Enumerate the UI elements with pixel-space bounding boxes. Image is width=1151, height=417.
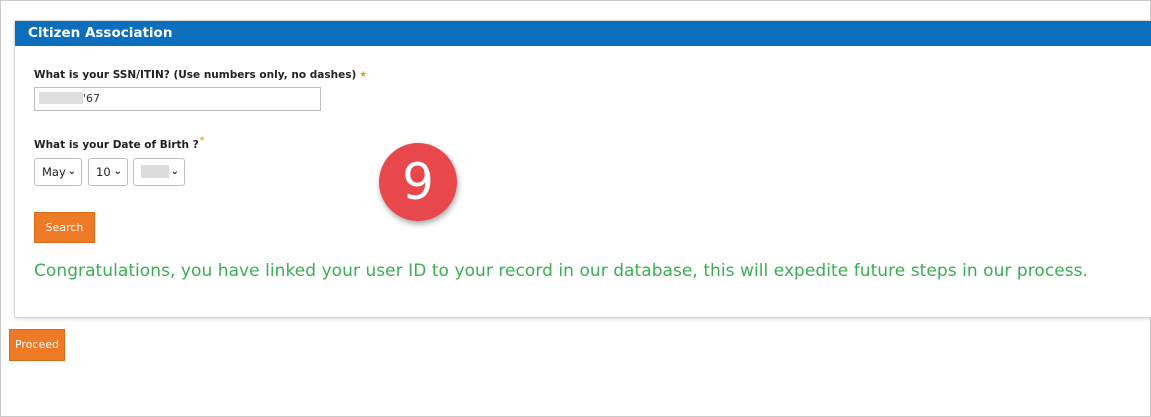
step-number-badge: 9 — [379, 143, 457, 221]
masked-ssn-digits — [39, 92, 83, 104]
masked-year-value — [141, 165, 169, 178]
ssn-visible-digits: '67 — [83, 92, 101, 105]
required-star-icon: ★ — [359, 70, 368, 80]
chevron-down-icon: ⌄ — [113, 166, 122, 177]
dob-month-value: May — [42, 165, 66, 179]
dob-year-select[interactable]: ⌄ — [133, 158, 185, 186]
success-message: Congratulations, you have linked your us… — [34, 261, 1089, 281]
search-button[interactable]: Search — [34, 212, 95, 243]
dob-day-value: 10 — [96, 165, 111, 179]
dob-label: What is your Date of Birth ?* — [34, 136, 204, 151]
required-asterisk-icon: * — [199, 136, 205, 146]
panel-title: Citizen Association — [15, 21, 1151, 46]
dob-day-select[interactable]: 10 ⌄ — [88, 158, 128, 186]
dob-label-text: What is your Date of Birth ? — [34, 139, 199, 151]
citizen-association-panel: Citizen Association What is your SSN/ITI… — [14, 20, 1151, 318]
chevron-down-icon: ⌄ — [67, 166, 76, 177]
ssn-input[interactable]: '67 — [34, 87, 321, 111]
dob-month-select[interactable]: May ⌄ — [34, 158, 82, 186]
chevron-down-icon: ⌄ — [170, 166, 179, 177]
ssn-label: What is your SSN/ITIN? (Use numbers only… — [34, 69, 367, 81]
ssn-label-text: What is your SSN/ITIN? (Use numbers only… — [34, 69, 357, 81]
proceed-button[interactable]: Proceed — [9, 329, 65, 361]
